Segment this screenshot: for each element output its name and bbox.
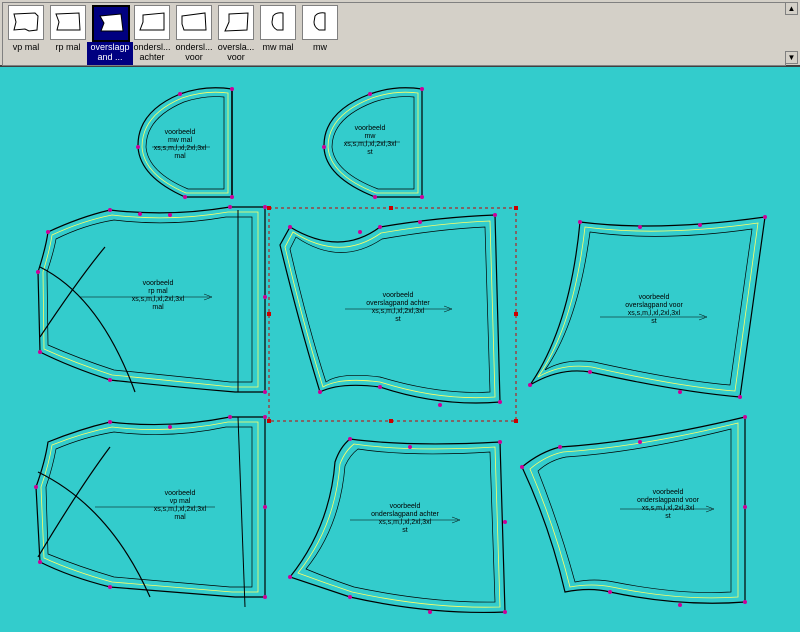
piece-thumb-label: overslagp and ... bbox=[87, 42, 133, 65]
piece-thumb-overslagpand[interactable]: overslagp and ... bbox=[87, 3, 133, 65]
piece-label-name: voorbeeld bbox=[165, 490, 196, 497]
piece-label-name: voorbeeld bbox=[390, 503, 421, 510]
piece-thumb-label: ondersl... achter bbox=[133, 42, 171, 62]
piece-thumb-mw-mal[interactable]: mw mal bbox=[257, 3, 299, 65]
scroll-up-icon[interactable]: ▲ bbox=[785, 2, 798, 15]
piece-label-tag: st bbox=[402, 527, 408, 534]
piece-thumb-label: rp mal bbox=[55, 42, 81, 52]
pattern-piece-rp-mal[interactable]: voorbeeld rp mal xs,s,m,l,xl,2xl,3xl mal bbox=[36, 205, 267, 394]
pattern-piece-mw-mal[interactable]: voorbeeld mw mal xs,s,m,l,xl,2xl,3xl mal bbox=[136, 87, 234, 199]
piece-thumb-label: overslа... voor bbox=[217, 42, 255, 62]
piece-thumb-label: vp mal bbox=[12, 42, 40, 52]
piece-label-sub: onderslagpand voor bbox=[637, 497, 700, 504]
piece-thumb-onderslag-achter[interactable]: ondersl... achter bbox=[131, 3, 173, 65]
piece-label-sizes: xs,s,m,l,xl,2xl,3xl bbox=[628, 310, 681, 317]
pattern-piece-vp-mal[interactable]: voorbeeld vp mal xs,s,m,l,xl,2xl,3xl mal bbox=[34, 415, 267, 608]
piece-label-sub: mw bbox=[365, 133, 377, 140]
bodice-piece-icon bbox=[92, 5, 130, 42]
piece-strip: vp mal rp mal overslagp and ... ondersl.… bbox=[2, 2, 786, 66]
pattern-piece-overslagpand-voor[interactable]: voorbeeld overslagpand voor xs,s,m,l,xl,… bbox=[528, 215, 767, 399]
piece-thumb-label: mw bbox=[313, 42, 327, 52]
piece-label-sub: rp mal bbox=[148, 288, 168, 295]
sleeve-piece-icon bbox=[260, 5, 296, 40]
piece-thumb-mw[interactable]: mw bbox=[299, 3, 341, 65]
piece-label-name: voorbeeld bbox=[383, 292, 414, 299]
piece-label-sizes: xs,s,m,l,xl,2xl,3xl bbox=[372, 308, 425, 315]
piece-label-sizes: xs,s,m,l,xl,2xl,3xl bbox=[379, 519, 432, 526]
piece-label-sizes: xs,s,m,l,xl,2xl,3xl bbox=[344, 141, 397, 148]
piece-label-sizes: xs,s,m,l,xl,2xl,3xl bbox=[154, 145, 207, 152]
piece-label-sub: mw mal bbox=[168, 137, 193, 144]
piece-label-name: voorbeeld bbox=[653, 489, 684, 496]
bodice-piece-icon bbox=[134, 5, 170, 40]
piece-toolbar: vp mal rp mal overslagp and ... ondersl.… bbox=[0, 0, 800, 67]
piece-label-tag: mal bbox=[174, 153, 186, 160]
piece-thumb-label: mw mal bbox=[262, 42, 294, 52]
pattern-canvas[interactable]: voorbeeld mw mal xs,s,m,l,xl,2xl,3xl mal… bbox=[0, 67, 800, 632]
piece-label-sizes: xs,s,m,l,xl,2xl,3xl bbox=[642, 505, 695, 512]
toolbar-scrollbar[interactable]: ▲ ▼ bbox=[785, 2, 798, 64]
piece-label-tag: st bbox=[651, 318, 657, 325]
piece-thumb-onderslag-voor[interactable]: ondersl... voor bbox=[173, 3, 215, 65]
sleeve-piece-icon bbox=[302, 5, 338, 40]
piece-label-tag: st bbox=[367, 149, 373, 156]
piece-thumb-rp-mal[interactable]: rp mal bbox=[47, 3, 89, 65]
piece-thumb-vp-mal[interactable]: vp mal bbox=[5, 3, 47, 65]
piece-label-name: voorbeeld bbox=[143, 280, 174, 287]
piece-label-sizes: xs,s,m,l,xl,2xl,3xl bbox=[132, 296, 185, 303]
bodice-piece-icon bbox=[50, 5, 86, 40]
scroll-down-icon[interactable]: ▼ bbox=[785, 51, 798, 64]
bodice-piece-icon bbox=[8, 5, 44, 40]
pattern-piece-onderslagpand-voor[interactable]: voorbeeld onderslagpand voor xs,s,m,l,xl… bbox=[520, 415, 747, 607]
pattern-piece-mw[interactable]: voorbeeld mw xs,s,m,l,xl,2xl,3xl st bbox=[322, 87, 424, 199]
piece-label-sub: overslagpand voor bbox=[625, 302, 683, 309]
piece-label-name: voorbeeld bbox=[165, 129, 196, 136]
piece-label-name: voorbeeld bbox=[355, 125, 386, 132]
piece-thumb-overslag-voor[interactable]: overslа... voor bbox=[215, 3, 257, 65]
pattern-piece-overslagpand-achter[interactable]: voorbeeld overslagpand achter xs,s,m,l,x… bbox=[279, 213, 502, 407]
piece-thumb-label: ondersl... voor bbox=[175, 42, 213, 62]
pattern-piece-onderslagpand-achter[interactable]: voorbeeld onderslagpand achter xs,s,m,l,… bbox=[288, 437, 507, 614]
piece-label-sub: onderslagpand achter bbox=[371, 511, 439, 518]
piece-label-tag: st bbox=[395, 316, 401, 323]
piece-label-tag: mal bbox=[152, 304, 164, 311]
bodice-piece-icon bbox=[176, 5, 212, 40]
piece-label-sizes: xs,s,m,l,xl,2xl,3xl bbox=[154, 506, 207, 513]
piece-label-tag: st bbox=[665, 513, 671, 520]
piece-label-tag: mal bbox=[174, 514, 186, 521]
piece-label-sub: vp mal bbox=[170, 498, 191, 505]
bodice-piece-icon bbox=[218, 5, 254, 40]
piece-label-name: voorbeeld bbox=[639, 294, 670, 301]
piece-label-sub: overslagpand achter bbox=[366, 300, 430, 307]
